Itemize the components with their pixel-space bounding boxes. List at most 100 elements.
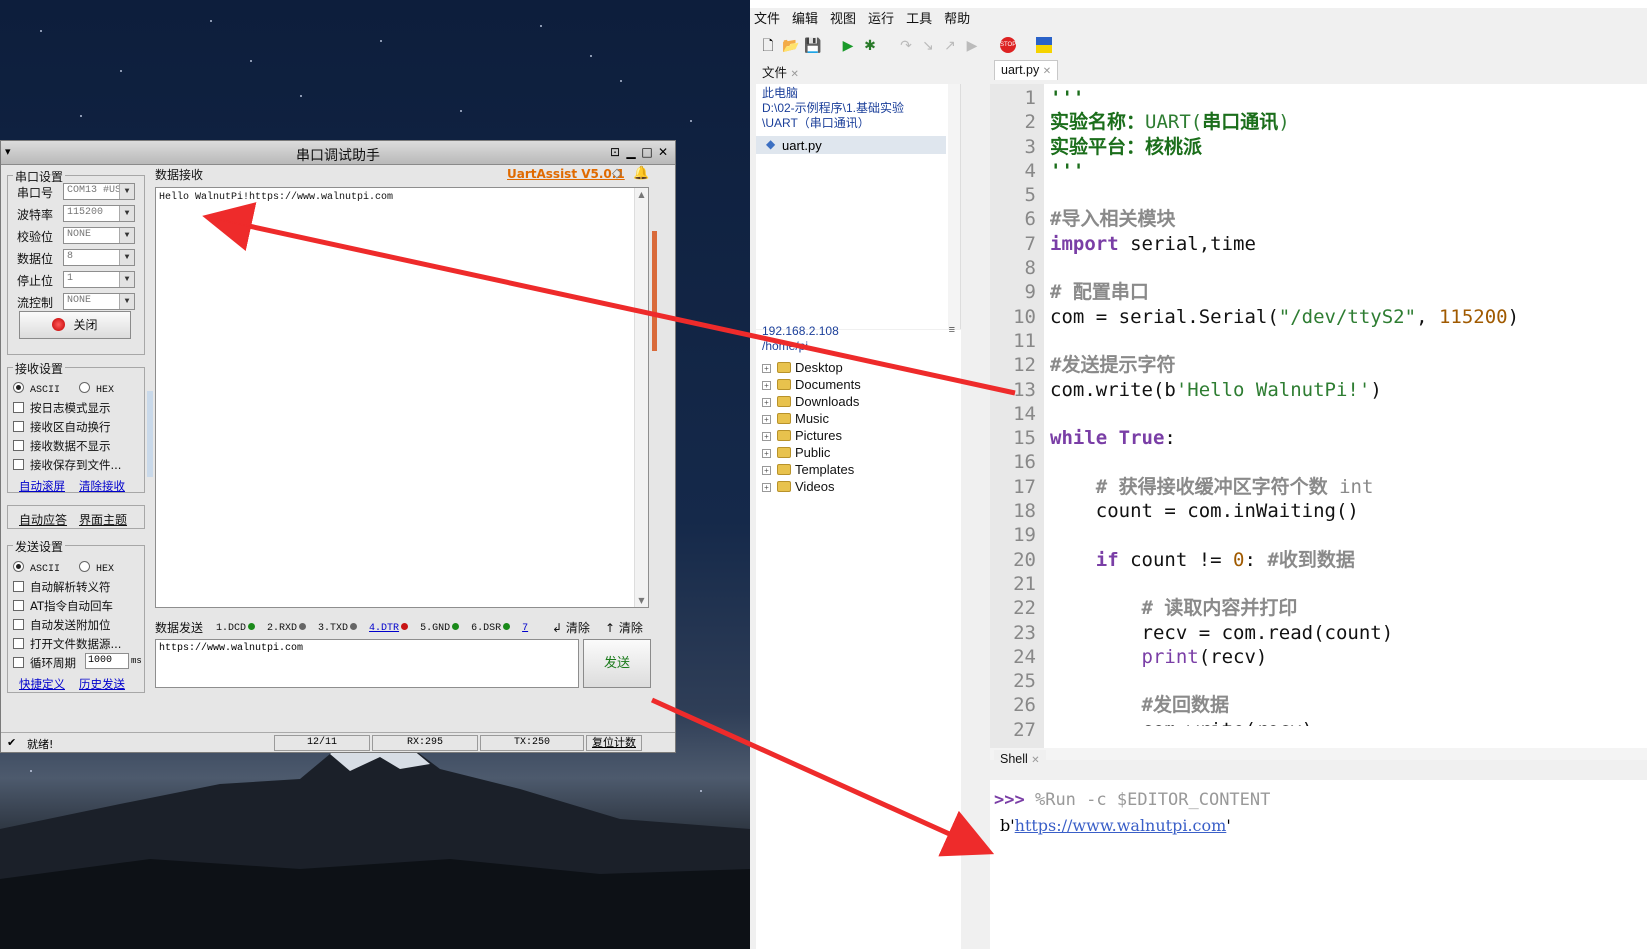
folder-pictures[interactable]: + Pictures	[762, 428, 842, 443]
code-text: ''' 实验名称：UART(串口通讯) 实验平台：核桃派 ''' #导入相关模块…	[1050, 87, 1520, 726]
pin-dtr[interactable]: 4.DTR	[369, 623, 409, 634]
loop-period-input[interactable]: 1000	[85, 653, 129, 669]
checkbox-icon	[13, 440, 24, 451]
receive-scrollbar[interactable]: ▲ ▼	[634, 188, 648, 607]
save-icon[interactable]: 💾	[804, 37, 821, 53]
dropdown-arrow-icon: ▼	[119, 250, 134, 265]
checkbox-icon	[13, 619, 24, 630]
shell-tab[interactable]: Shell ✕	[994, 750, 1046, 770]
auto-scroll-link[interactable]: 自动滚屏	[19, 478, 65, 494]
close-icon[interactable]: ✕	[655, 144, 671, 160]
menu-run[interactable]: 运行	[868, 11, 894, 26]
send-escape-checkbox[interactable]: 自动解析转义符	[13, 579, 111, 595]
receive-area[interactable]: Hello WalnutPi!https://www.walnutpi.com …	[155, 187, 649, 608]
flow-select[interactable]: NONE ▼	[63, 293, 135, 310]
folder-desktop[interactable]: + Desktop	[762, 360, 843, 375]
open-file-icon[interactable]: 📂	[782, 37, 799, 53]
local-path[interactable]: 此电脑 D:\02-示例程序\1.基础实验\UART（串口通讯）	[762, 86, 932, 131]
stop-icon[interactable]: STOP	[1000, 37, 1016, 53]
step-over-icon[interactable]: ↷	[898, 37, 914, 53]
folder-icon	[777, 430, 791, 441]
code-editor[interactable]: 1 2 3 4 5 6 7 8 9 10 11 12 13 14 15 16 17 18 19 20 21 22 23 24 2…	[990, 84, 1647, 760]
editor-tab-uart[interactable]: uart.py ✕	[994, 60, 1059, 80]
shell-panel[interactable]: >>> %Run -c $EDITOR_CONTENT b'https://ww…	[990, 780, 1647, 949]
auto-reply-button[interactable]: 自动应答	[19, 511, 67, 528]
port-select[interactable]: COM13 #US ▼	[63, 183, 135, 200]
local-scrollbar[interactable]	[948, 84, 960, 329]
shell-output: b'https://www.walnutpi.com'	[1000, 816, 1231, 835]
status-ready-icon: ✔	[7, 736, 17, 749]
shell-output-link[interactable]: https://www.walnutpi.com	[1015, 816, 1227, 835]
recv-hide-checkbox[interactable]: 接收数据不显示	[13, 438, 111, 454]
minimize-icon[interactable]: ▁	[623, 144, 639, 160]
send-input[interactable]: https://www.walnutpi.com	[155, 639, 579, 688]
send-settings-title: 发送设置	[13, 538, 66, 555]
recv-hex-radio[interactable]: HEX	[79, 381, 114, 396]
close-tab-icon[interactable]: ✕	[1043, 66, 1051, 77]
folder-documents[interactable]: + Documents	[762, 377, 861, 392]
resume-icon[interactable]: ▶	[964, 37, 980, 53]
bell-icon[interactable]: 🔔	[633, 166, 649, 181]
panel-collapse-handle[interactable]	[147, 391, 153, 477]
databits-select[interactable]: 8 ▼	[63, 249, 135, 266]
menu-help[interactable]: 帮助	[944, 11, 970, 26]
send-text: https://www.walnutpi.com	[159, 643, 304, 654]
shell-command-line: >>> %Run -c $EDITOR_CONTENT	[994, 790, 1270, 810]
menu-bar: 文件 编辑 视图 运行 工具 帮助	[750, 8, 978, 26]
history-send-link[interactable]: 历史发送	[79, 676, 125, 692]
file-item-uart[interactable]: ◆ uart.py	[756, 136, 946, 154]
close-port-button[interactable]: 关闭	[19, 311, 131, 339]
menu-file[interactable]: 文件	[754, 11, 780, 26]
shortcut-define-link[interactable]: 快捷定义	[19, 676, 65, 692]
send-ascii-radio[interactable]: ASCII	[13, 560, 60, 575]
ui-theme-button[interactable]: 界面主题	[79, 511, 127, 528]
reset-count-button[interactable]: 复位计数	[586, 735, 642, 751]
menu-view[interactable]: 视图	[830, 11, 856, 26]
menu-tools[interactable]: 工具	[906, 11, 932, 26]
loop-send-checkbox[interactable]: 循环周期	[13, 655, 76, 671]
pin-icon[interactable]: ⊡	[607, 144, 623, 160]
folder-templates[interactable]: + Templates	[762, 462, 854, 477]
recv-save-file-checkbox[interactable]: 接收保存到文件...	[13, 457, 121, 473]
dropdown-arrow-icon: ▼	[119, 228, 134, 243]
close-tab-icon[interactable]: ✕	[1031, 755, 1039, 766]
send-file-source-checkbox[interactable]: 打开文件数据源...	[13, 636, 121, 652]
folder-music[interactable]: + Music	[762, 411, 829, 426]
maximize-icon[interactable]: □	[639, 144, 655, 160]
pin-txd: 3.TXD	[318, 623, 358, 634]
stopbits-select[interactable]: 1 ▼	[63, 271, 135, 288]
recv-log-mode-checkbox[interactable]: 按日志模式显示	[13, 400, 111, 416]
parity-select[interactable]: NONE ▼	[63, 227, 135, 244]
remote-path[interactable]: 192.168.2.108 /home/pi	[762, 324, 839, 354]
editor-hscrollbar[interactable]: ◂	[990, 748, 1647, 760]
brand-link[interactable]: UartAssist V5.0.1	[507, 167, 625, 181]
baud-select[interactable]: 115200 ▼	[63, 205, 135, 222]
send-append-checkbox[interactable]: 自动发送附加位	[13, 617, 111, 633]
send-button[interactable]: 发送	[583, 639, 651, 688]
panel-menu-icon[interactable]: ≡	[949, 324, 955, 336]
clear-send-button-1[interactable]: ↲ 清除	[552, 619, 590, 636]
folder-downloads[interactable]: + Downloads	[762, 394, 859, 409]
pin-more[interactable]: 7	[522, 623, 528, 634]
new-file-icon[interactable]: 🗋	[760, 37, 776, 53]
clear-receive-link[interactable]: 清除接收	[79, 478, 125, 494]
send-at-cr-checkbox[interactable]: AT指令自动回车	[13, 598, 113, 614]
folder-public[interactable]: + Public	[762, 445, 830, 460]
clear-send-button-2[interactable]: ↑ 清除	[605, 619, 643, 636]
checkbox-icon	[13, 581, 24, 592]
close-tab-icon[interactable]: ✕	[791, 69, 799, 80]
window-titlebar[interactable]: ▾ 串口调试助手 ⊡ ▁ □ ✕	[1, 141, 675, 165]
step-into-icon[interactable]: ↘	[920, 37, 936, 53]
recv-ascii-radio[interactable]: ASCII	[13, 381, 60, 396]
files-tab[interactable]: 文件 ✕	[756, 60, 805, 80]
ukraine-flag-icon[interactable]	[1036, 37, 1052, 53]
run-icon[interactable]: ▶	[840, 37, 856, 53]
diamond-icon[interactable]: ◇	[612, 166, 622, 181]
step-out-icon[interactable]: ↗	[942, 37, 958, 53]
send-hex-radio[interactable]: HEX	[79, 560, 114, 575]
checkbox-icon	[13, 421, 24, 432]
menu-edit[interactable]: 编辑	[792, 11, 818, 26]
debug-icon[interactable]: ✱	[862, 37, 878, 53]
folder-videos[interactable]: + Videos	[762, 479, 835, 494]
recv-autowrap-checkbox[interactable]: 接收区自动换行	[13, 419, 111, 435]
